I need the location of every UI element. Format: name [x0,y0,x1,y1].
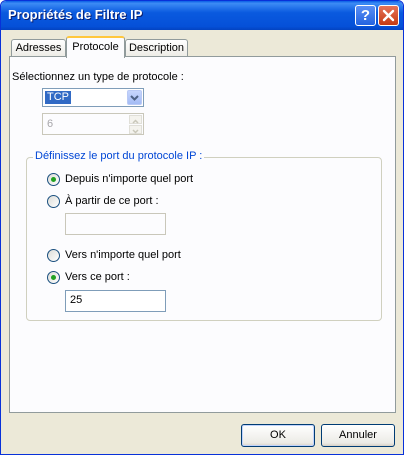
tab-label: Protocole [72,41,119,53]
dialog-window: Propriétés de Filtre IP ? Adresses Proto… [0,0,404,455]
from-any-port-label[interactable]: Depuis n'importe quel port [65,173,193,185]
spinner-buttons [129,115,142,134]
tab-protocole[interactable]: Protocole [66,36,125,58]
spin-up-icon [129,115,142,124]
tab-adresses[interactable]: Adresses [11,39,66,57]
tab-description[interactable]: Description [125,39,188,57]
tab-label: Description [128,42,185,54]
from-port-input[interactable] [65,213,166,235]
protocol-number-spinner: 6 [42,113,144,135]
protocol-type-select[interactable]: TCP [42,88,144,107]
to-port-input[interactable]: 25 [65,290,166,312]
help-button[interactable]: ? [355,5,376,26]
to-any-port-label[interactable]: Vers n'importe quel port [65,249,181,261]
close-button[interactable] [378,5,399,26]
radio-from-any-port[interactable] [47,173,60,186]
tab-label: Adresses [15,42,62,54]
spin-down-icon [129,125,142,134]
port-group-title: Définissez le port du protocole IP : [33,150,205,162]
from-this-port-label[interactable]: À partir de ce port : [65,195,159,207]
radio-from-this-port[interactable] [47,195,60,208]
protocol-type-label: Sélectionnez un type de protocole : [12,71,184,83]
protocol-type-value: TCP [45,91,71,104]
tab-panel-protocole: Sélectionnez un type de protocole : TCP … [9,56,396,413]
title-bar[interactable]: Propriétés de Filtre IP ? [1,1,403,30]
cancel-button[interactable]: Annuler [321,424,395,447]
port-groupbox: Définissez le port du protocole IP : Dep… [26,150,382,321]
radio-to-this-port[interactable] [47,271,60,284]
chevron-down-icon [130,95,139,101]
window-title: Propriétés de Filtre IP [8,7,143,22]
ok-button[interactable]: OK [241,424,315,447]
to-this-port-label[interactable]: Vers ce port : [65,271,130,283]
close-x-icon [382,9,395,22]
radio-to-any-port[interactable] [47,249,60,262]
dropdown-button[interactable] [127,90,142,105]
protocol-number-value: 6 [47,118,54,130]
